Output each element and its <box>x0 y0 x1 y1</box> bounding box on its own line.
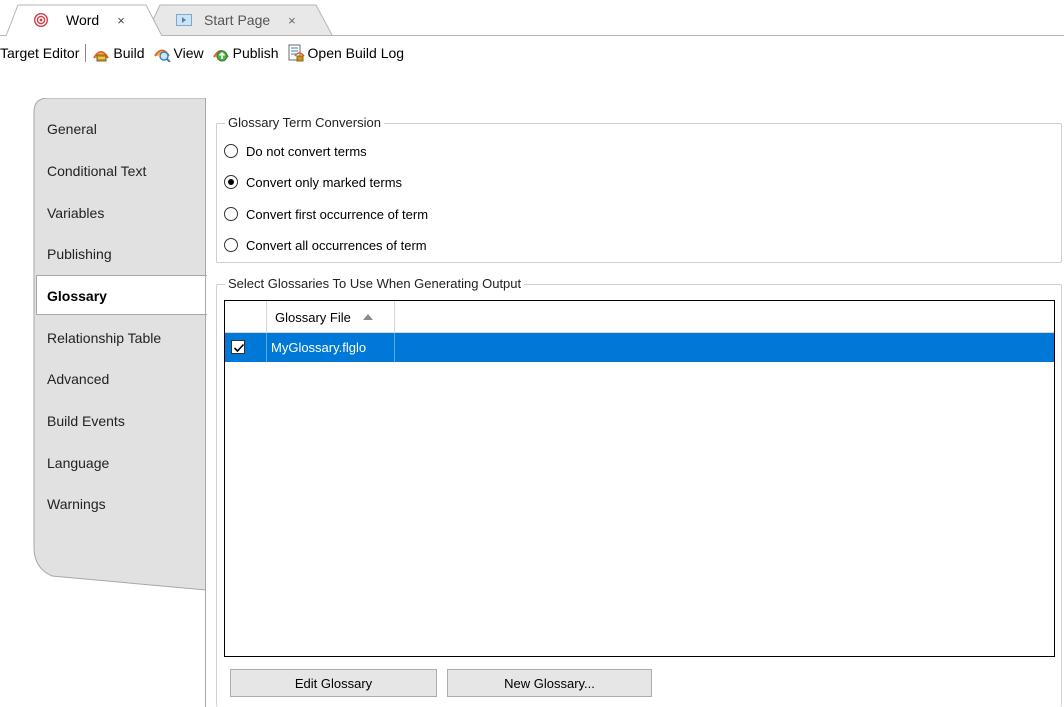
glossary-file-list[interactable]: Glossary File MyGlossary.flglo <box>224 300 1055 657</box>
radio-label: Do not convert terms <box>246 143 367 159</box>
toolbar-separator <box>85 44 87 62</box>
document-tab-bar: Start Page × Word × <box>0 0 1064 36</box>
build-label: Build <box>113 45 145 61</box>
radio-label: Convert only marked terms <box>246 174 403 190</box>
view-label: View <box>173 45 204 61</box>
active-tab-bottom-border <box>37 314 207 315</box>
radio-button[interactable] <box>224 238 238 252</box>
build-icon <box>93 51 110 62</box>
publish-label: Publish <box>232 45 279 61</box>
publish-icon <box>212 50 229 62</box>
sidebar-item-warnings[interactable]: Warnings <box>47 494 106 514</box>
target-editor-toolbar: Target Editor Build View Publish Open Bu… <box>0 40 412 66</box>
column-header-label: Glossary File <box>275 309 351 325</box>
sidebar-item-advanced[interactable]: Advanced <box>47 369 109 389</box>
active-tab-top-border <box>37 275 207 276</box>
radio-label: Convert all occurrences of term <box>246 237 427 253</box>
table-row[interactable]: MyGlossary.flglo <box>225 333 1054 362</box>
new-glossary-button[interactable]: New Glossary... <box>447 669 652 697</box>
glossary-file-column-header[interactable]: Glossary File <box>267 301 395 333</box>
checkmark-icon <box>233 343 245 353</box>
sort-ascending-icon <box>362 314 373 320</box>
sidebar-item-glossary[interactable]: Glossary <box>47 286 107 306</box>
word-target-icon <box>34 13 48 27</box>
sidebar-item-build-events[interactable]: Build Events <box>47 411 125 431</box>
sidebar-item-publishing[interactable]: Publishing <box>47 244 112 264</box>
edit-glossary-button[interactable]: Edit Glossary <box>230 669 437 697</box>
radio-do-not-convert[interactable]: Do not convert terms <box>224 141 367 161</box>
radio-convert-first-occurrence[interactable]: Convert first occurrence of term <box>224 204 428 224</box>
toolbar-title: Target Editor <box>0 45 80 61</box>
tab-word[interactable]: Word × <box>6 4 164 36</box>
glossary-file-cell: MyGlossary.flglo <box>267 333 395 362</box>
radio-convert-all-occurrences[interactable]: Convert all occurrences of term <box>224 235 427 255</box>
open-build-log-button[interactable]: Open Build Log <box>287 44 405 62</box>
close-icon[interactable]: × <box>117 13 125 28</box>
group-legend: Glossary Term Conversion <box>225 115 384 130</box>
sidebar-item-language[interactable]: Language <box>47 453 109 473</box>
list-header: Glossary File <box>225 301 1054 333</box>
sidebar-item-conditional-text[interactable]: Conditional Text <box>47 161 146 181</box>
close-icon[interactable]: × <box>288 13 296 28</box>
sidebar-item-variables[interactable]: Variables <box>47 203 104 223</box>
radio-convert-only-marked[interactable]: Convert only marked terms <box>224 172 402 192</box>
tab-label: Start Page <box>204 12 271 28</box>
start-page-icon <box>176 14 192 26</box>
publish-button[interactable]: Publish <box>212 44 279 62</box>
group-legend: Select Glossaries To Use When Generating… <box>225 276 525 291</box>
row-checkbox[interactable] <box>231 340 245 354</box>
build-log-icon <box>288 44 305 62</box>
build-button[interactable]: Build <box>92 44 145 62</box>
view-icon <box>153 49 171 62</box>
content-panel-border <box>205 98 206 707</box>
sidebar-item-relationship-table[interactable]: Relationship Table <box>47 328 161 348</box>
view-button[interactable]: View <box>153 44 204 62</box>
checkbox-column-header[interactable] <box>225 301 267 333</box>
radio-button[interactable] <box>224 207 238 221</box>
sidebar-item-general[interactable]: General <box>47 119 97 139</box>
checkbox-cell <box>225 333 267 362</box>
radio-button[interactable] <box>224 144 238 158</box>
tab-label: Word <box>66 12 100 28</box>
radio-button-selected[interactable] <box>224 175 238 189</box>
tab-start-page[interactable]: Start Page × <box>146 4 334 36</box>
open-build-log-label: Open Build Log <box>307 45 405 61</box>
radio-label: Convert first occurrence of term <box>246 206 429 222</box>
